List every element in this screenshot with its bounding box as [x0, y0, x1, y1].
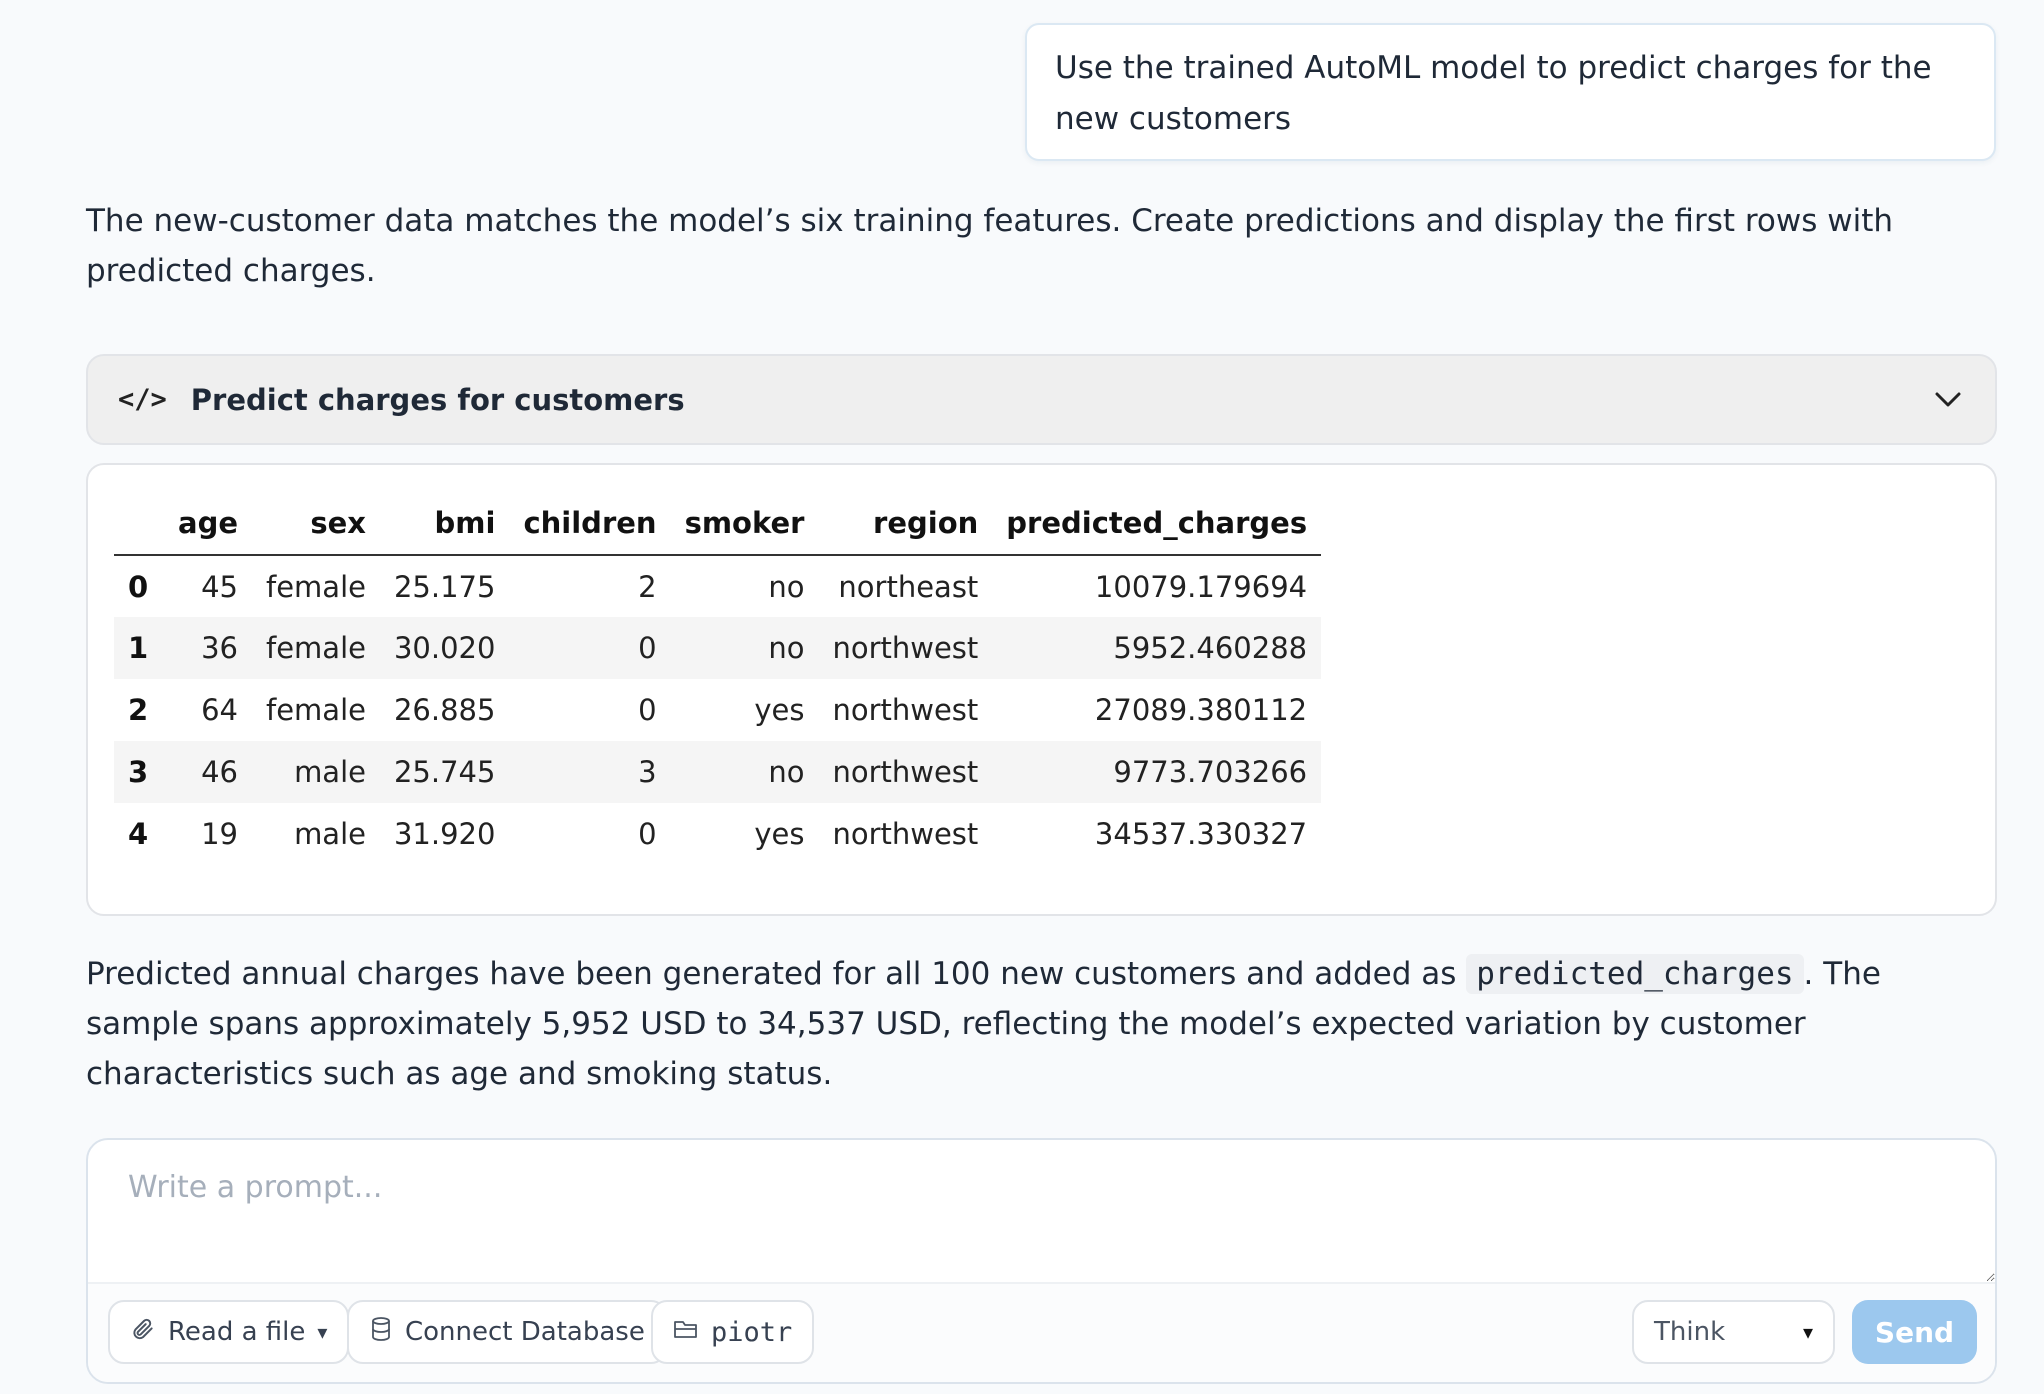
- predictions-table: age sex bmi children smoker region predi…: [114, 491, 1322, 865]
- cell-predicted-charges: 10079.179694: [1094, 569, 1308, 604]
- assistant-summary-text: Predicted annual charges have been gener…: [86, 949, 1986, 1099]
- connect-database-label: Connect Database: [405, 1317, 645, 1347]
- row-index: 1: [128, 631, 149, 665]
- cell-age: 19: [201, 817, 238, 851]
- prompt-toolbar: Read a file ▾ Connect Database piotr Thi…: [88, 1282, 1995, 1382]
- chevron-down-icon[interactable]: [1931, 383, 1965, 417]
- assistant-intro-text: The new-customer data matches the model’…: [86, 203, 1894, 289]
- code-icon: </>: [118, 384, 167, 415]
- cell-children: 2: [638, 569, 657, 604]
- cell-smoker: no: [768, 631, 805, 665]
- table-row: 3 46 male 25.745 3 no northwest 9773.703…: [114, 741, 1322, 803]
- select-caret-icon: ▾: [1802, 1320, 1813, 1344]
- prompt-input[interactable]: [88, 1140, 1995, 1282]
- chat-page: Use the trained AutoML model to predict …: [0, 0, 2044, 1394]
- code-block-toggle[interactable]: </> Predict charges for customers: [86, 354, 1997, 445]
- cell-sex: female: [266, 569, 366, 604]
- column-header-smoker: smoker: [670, 491, 819, 556]
- think-mode-value: Think: [1654, 1317, 1726, 1347]
- cell-sex: female: [266, 631, 366, 665]
- column-header-index: [114, 491, 164, 556]
- summary-text-start: Predicted annual charges have been gener…: [86, 956, 1467, 992]
- user-message-text: Use the trained AutoML model to predict …: [1055, 50, 1932, 137]
- user-message-bubble: Use the trained AutoML model to predict …: [1025, 23, 1996, 161]
- cell-region: northwest: [832, 755, 979, 789]
- cell-age: 64: [201, 693, 238, 727]
- column-header-age: age: [164, 491, 252, 556]
- table-row: 1 36 female 30.020 0 no northwest 5952.4…: [114, 617, 1322, 679]
- cell-children: 0: [638, 631, 657, 665]
- folder-label: piotr: [711, 1316, 793, 1348]
- column-header-children: children: [509, 491, 671, 556]
- folder-open-icon: [673, 1317, 699, 1348]
- column-header-region: region: [818, 491, 993, 556]
- row-index: 3: [128, 755, 149, 789]
- cell-age: 45: [201, 569, 238, 604]
- cell-sex: male: [294, 755, 366, 789]
- prompt-composer: Read a file ▾ Connect Database piotr Thi…: [86, 1138, 1997, 1384]
- cell-predicted-charges: 34537.330327: [1094, 817, 1308, 851]
- cell-sex: male: [294, 817, 366, 851]
- column-header-bmi: bmi: [379, 491, 510, 556]
- think-mode-select[interactable]: Think ▾: [1632, 1300, 1835, 1364]
- cell-smoker: yes: [754, 693, 805, 727]
- cell-sex: female: [266, 693, 366, 727]
- code-block-title: Predict charges for customers: [190, 382, 685, 417]
- row-index: 4: [128, 817, 149, 851]
- cell-bmi: 30.020: [393, 631, 496, 665]
- table-header-row: age sex bmi children smoker region predi…: [114, 491, 1322, 556]
- send-button[interactable]: Send: [1852, 1300, 1977, 1364]
- read-file-label: Read a file: [168, 1317, 306, 1347]
- row-index: 0: [128, 569, 149, 604]
- table-row: 2 64 female 26.885 0 yes northwest 27089…: [114, 679, 1321, 741]
- cell-smoker: no: [768, 755, 805, 789]
- cell-smoker: no: [768, 569, 805, 604]
- cell-bmi: 25.745: [393, 755, 496, 789]
- cell-predicted-charges: 9773.703266: [1113, 755, 1308, 789]
- cell-children: 0: [638, 693, 657, 727]
- cell-region: northeast: [838, 569, 979, 604]
- cell-predicted-charges: 5952.460288: [1113, 631, 1308, 665]
- table-row: 4 19 male 31.920 0 yes northwest 34537.3…: [114, 803, 1321, 865]
- cell-age: 46: [201, 755, 238, 789]
- cell-bmi: 31.920: [393, 817, 496, 851]
- cell-children: 0: [638, 817, 657, 851]
- caret-down-icon: ▾: [317, 1320, 328, 1344]
- table-row: 0 45 female 25.175 2 no northeast 10079.…: [114, 555, 1321, 617]
- column-header-predicted-charges: predicted_charges: [992, 491, 1322, 556]
- cell-smoker: yes: [754, 817, 805, 851]
- database-icon: [369, 1316, 393, 1349]
- cell-region: northwest: [832, 817, 979, 851]
- dataframe-output: age sex bmi children smoker region predi…: [86, 463, 1997, 916]
- cell-region: northwest: [832, 631, 979, 665]
- row-index: 2: [128, 693, 149, 727]
- cell-predicted-charges: 27089.380112: [1094, 693, 1308, 727]
- cell-children: 3: [638, 755, 657, 789]
- paperclip-icon: [130, 1316, 156, 1349]
- cell-age: 36: [201, 631, 238, 665]
- cell-region: northwest: [832, 693, 979, 727]
- inline-code-column-name: predicted_charges: [1466, 954, 1804, 994]
- read-file-button[interactable]: Read a file ▾: [108, 1300, 350, 1364]
- cell-bmi: 25.175: [393, 569, 496, 604]
- connect-database-button[interactable]: Connect Database: [347, 1300, 667, 1364]
- folder-button[interactable]: piotr: [651, 1300, 815, 1364]
- cell-bmi: 26.885: [393, 693, 496, 727]
- column-header-sex: sex: [252, 491, 380, 556]
